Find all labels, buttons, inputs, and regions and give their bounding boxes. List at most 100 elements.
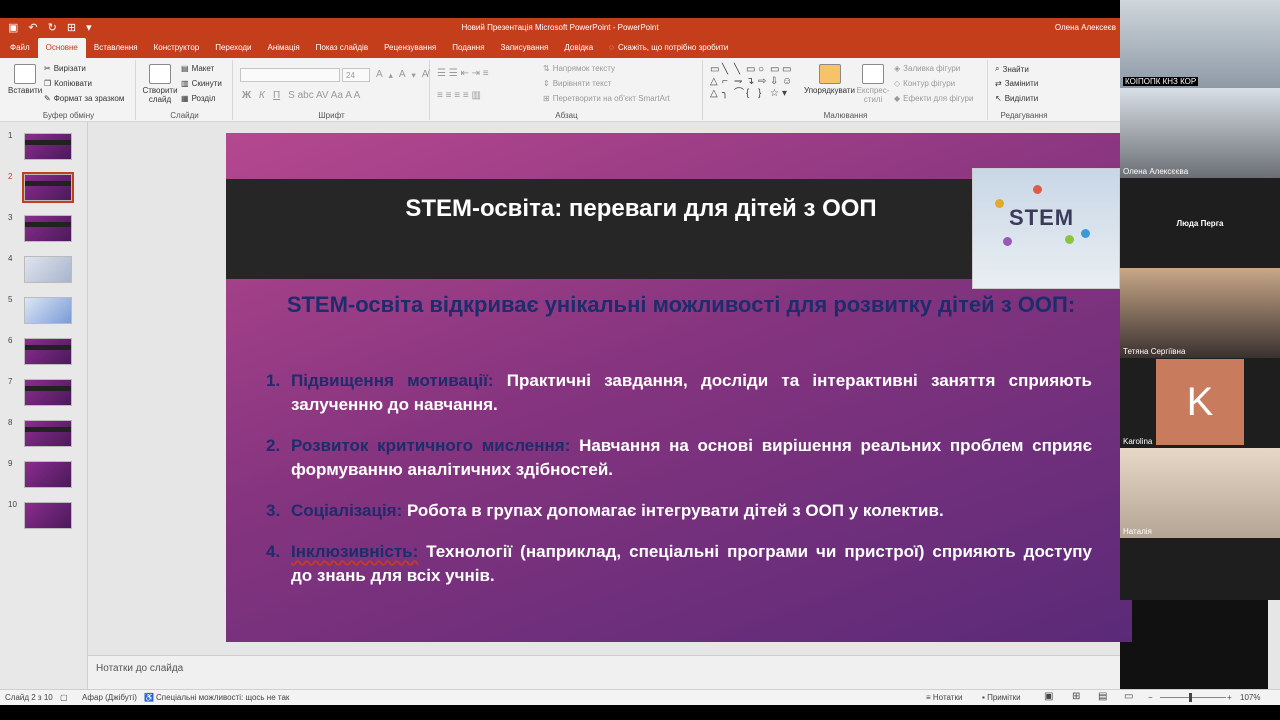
outline-icon: ◇	[894, 79, 901, 88]
app-window: ▣ ↶ ↻ ⊞ ▾ Новий Презентація Microsoft Po…	[0, 0, 1280, 720]
tab-home[interactable]: Основне	[37, 38, 86, 58]
list-buttons[interactable]: ☰ ☰ ⇤ ⇥ ≡	[437, 68, 489, 79]
shape-outline-button[interactable]: ◇ Контур фігури	[894, 79, 955, 88]
align-text-button[interactable]: ⇕ Вирівняти текст	[543, 79, 611, 88]
slide-title[interactable]: STEM-освіта: переваги для дітей з ООП	[226, 195, 1056, 223]
tab-slideshow[interactable]: Показ слайдів	[308, 38, 376, 58]
cut-button[interactable]: ✂ Вирізати	[44, 64, 86, 73]
align-buttons[interactable]: ≡ ≡ ≡ ≡ ▥	[437, 90, 481, 101]
section-icon: ▦	[181, 94, 189, 103]
window-title: Новий Презентація Microsoft PowerPoint -…	[461, 23, 659, 32]
notes-toggle[interactable]: ≡ Нотатки	[926, 693, 962, 702]
sorter-view-icon[interactable]: ⊞	[1072, 691, 1080, 702]
participant-tile[interactable]: Олена Алексєєва	[1120, 88, 1280, 178]
group-paragraph: ☰ ☰ ⇤ ⇥ ≡ ≡ ≡ ≡ ≡ ▥ ⇅ Напрямок тексту ⇕ Ви…	[431, 60, 703, 120]
stem-picture[interactable]: STEM	[972, 168, 1120, 289]
paste-button[interactable]: Вставити	[8, 64, 42, 95]
notes-pane[interactable]: Нотатки до слайда	[88, 655, 1120, 689]
slideshow-view-icon[interactable]: ▭	[1124, 691, 1133, 702]
copy-button[interactable]: ❐ Копіювати	[44, 79, 92, 88]
slide-thumbnail[interactable]: 2	[8, 172, 76, 204]
tab-recording[interactable]: Записування	[493, 38, 557, 58]
tab-view[interactable]: Подання	[444, 38, 492, 58]
new-slide-button[interactable]: Створити слайд	[141, 64, 179, 104]
font-size-buttons[interactable]: A ▴ A ▾ A̸	[376, 69, 428, 80]
slide-thumbnail[interactable]: 10	[8, 500, 76, 532]
ribbon: Вставити ✂ Вирізати ❐ Копіювати ✎ Формат за…	[0, 58, 1120, 122]
reset-button[interactable]: ▥ Скинути	[181, 79, 222, 88]
tab-help[interactable]: Довідка	[556, 38, 601, 58]
tab-animations[interactable]: Анімація	[259, 38, 307, 58]
participant-tile[interactable]: Люда Перга	[1120, 178, 1280, 268]
layout-button[interactable]: ▤ Макет	[181, 64, 214, 73]
replace-button[interactable]: ⇄ Замінити	[995, 79, 1038, 88]
font-format-buttons[interactable]: ЖКПS abc AV Aa A A	[242, 90, 360, 101]
participant-tile[interactable]: Наталія	[1120, 448, 1280, 538]
screen-bottom-bar	[0, 705, 1280, 720]
align-text-icon: ⇕	[543, 79, 550, 88]
text-direction-button[interactable]: ⇅ Напрямок тексту	[543, 64, 615, 73]
status-bar: Слайд 2 з 10 ▢ Афар (Джібуті) ♿ Спеціаль…	[0, 689, 1280, 705]
vertical-scrollbar[interactable]	[1268, 600, 1280, 690]
normal-view-icon[interactable]: ▣	[1044, 691, 1053, 702]
zoom-out-icon[interactable]: −	[1148, 693, 1153, 702]
reading-view-icon[interactable]: ▤	[1098, 691, 1107, 702]
slide-thumbnail[interactable]: 9	[8, 459, 76, 491]
shape-fill-button[interactable]: ◈ Заливка фігури	[894, 64, 960, 73]
quick-styles-button[interactable]: Експрес-стилі	[856, 64, 890, 104]
slide-thumbnail[interactable]: 1	[8, 131, 76, 163]
slide-thumbnail[interactable]: 8	[8, 418, 76, 450]
find-button[interactable]: ⌕ Знайти	[995, 64, 1029, 74]
zoom-in-icon[interactable]: +	[1227, 693, 1232, 702]
font-family-select[interactable]	[240, 68, 340, 82]
lightbulb-icon: ◌	[609, 43, 614, 52]
zoom-slider-thumb[interactable]	[1189, 693, 1192, 702]
effects-icon: ◆	[894, 94, 901, 103]
shapes-gallery[interactable]: ▭ ╲ ╲ ▭ ○ ▭ ▭ △ ⌐ ⇁ ↴ ⇨ ⇩ ☺ △ ╮ ⌒{} ☆ ▾	[710, 64, 798, 106]
slide-thumbnail[interactable]: 7	[8, 377, 76, 409]
replace-icon: ⇄	[995, 79, 1002, 88]
slide-thumbnail[interactable]: 4	[8, 254, 76, 286]
slide-thumbnail[interactable]: 3	[8, 213, 76, 245]
group-drawing: ▭ ╲ ╲ ▭ ○ ▭ ▭ △ ⌐ ⇁ ↴ ⇨ ⇩ ☺ △ ╮ ⌒{} ☆ ▾ Упорядкувати Екс…	[704, 60, 988, 120]
tab-review[interactable]: Рецензування	[376, 38, 444, 58]
zoom-level[interactable]: 107%	[1240, 693, 1260, 702]
tab-insert[interactable]: Вставлення	[86, 38, 146, 58]
slide-subtitle[interactable]: STEM-освіта відкриває унікальні можливос…	[256, 290, 1106, 320]
accessibility-status[interactable]: Спеціальні можливості: щось не так	[156, 693, 289, 702]
reset-icon: ▥	[181, 79, 189, 88]
select-button[interactable]: ↖ Виділити	[995, 94, 1038, 103]
gear-icon	[1081, 229, 1090, 238]
title-bar: ▣ ↶ ↻ ⊞ ▾ Новий Презентація Microsoft Po…	[0, 18, 1120, 38]
shape-effects-button[interactable]: ◆ Ефекти для фігури	[894, 94, 973, 103]
participant-tile[interactable]: Тетяна Сергіївна	[1120, 268, 1280, 358]
group-font: 24 A ▴ A ▾ A̸ ЖКПS abc AV Aa A A Шрифт	[234, 60, 430, 120]
section-button[interactable]: ▦ Розділ	[181, 94, 216, 103]
tab-design[interactable]: Конструктор	[146, 38, 208, 58]
zoom-slider[interactable]	[1160, 697, 1226, 698]
comments-toggle[interactable]: ▪ Примітки	[982, 693, 1021, 702]
notes-check-icon[interactable]: ▢	[60, 693, 68, 702]
tab-file[interactable]: Файл	[2, 38, 38, 58]
tab-transitions[interactable]: Переходи	[207, 38, 259, 58]
arrange-button[interactable]: Упорядкувати	[804, 64, 855, 95]
list-item: 4. Інклюзивність: Технології (наприклад, …	[266, 542, 1093, 585]
text-direction-icon: ⇅	[543, 64, 550, 73]
slide-thumbnail[interactable]: 6	[8, 336, 76, 368]
format-painter-button[interactable]: ✎ Формат за зразком	[44, 94, 124, 103]
user-name[interactable]: Олена Алексеєв	[1055, 23, 1116, 32]
video-participants-panel: КОІПОПК КНЗ КОР Олена Алексєєва Люда Пер…	[1120, 0, 1280, 600]
current-slide[interactable]: STEM-освіта: переваги для дітей з ООП ST…	[226, 133, 1132, 642]
smartart-button[interactable]: ⊞ Перетворити на об'єкт SmartArt	[543, 94, 670, 103]
benefits-list[interactable]: 1. Підвищення мотивації: Практичні завдан…	[266, 369, 1092, 605]
list-item: 2. Розвиток критичного мислення: Навчання…	[266, 436, 1092, 479]
tell-me-search[interactable]: ◌ Скажіть, що потрібно зробити	[601, 38, 736, 58]
font-size-select[interactable]: 24	[342, 68, 370, 82]
participant-avatar: K	[1156, 359, 1244, 445]
slide-thumbnail[interactable]: 5	[8, 295, 76, 327]
arrange-icon	[818, 64, 841, 84]
participant-tile[interactable]: КОІПОПК КНЗ КОР	[1120, 0, 1280, 88]
language-indicator[interactable]: Афар (Джібуті)	[82, 693, 137, 702]
paste-icon	[14, 64, 37, 84]
gear-icon	[1065, 235, 1074, 244]
